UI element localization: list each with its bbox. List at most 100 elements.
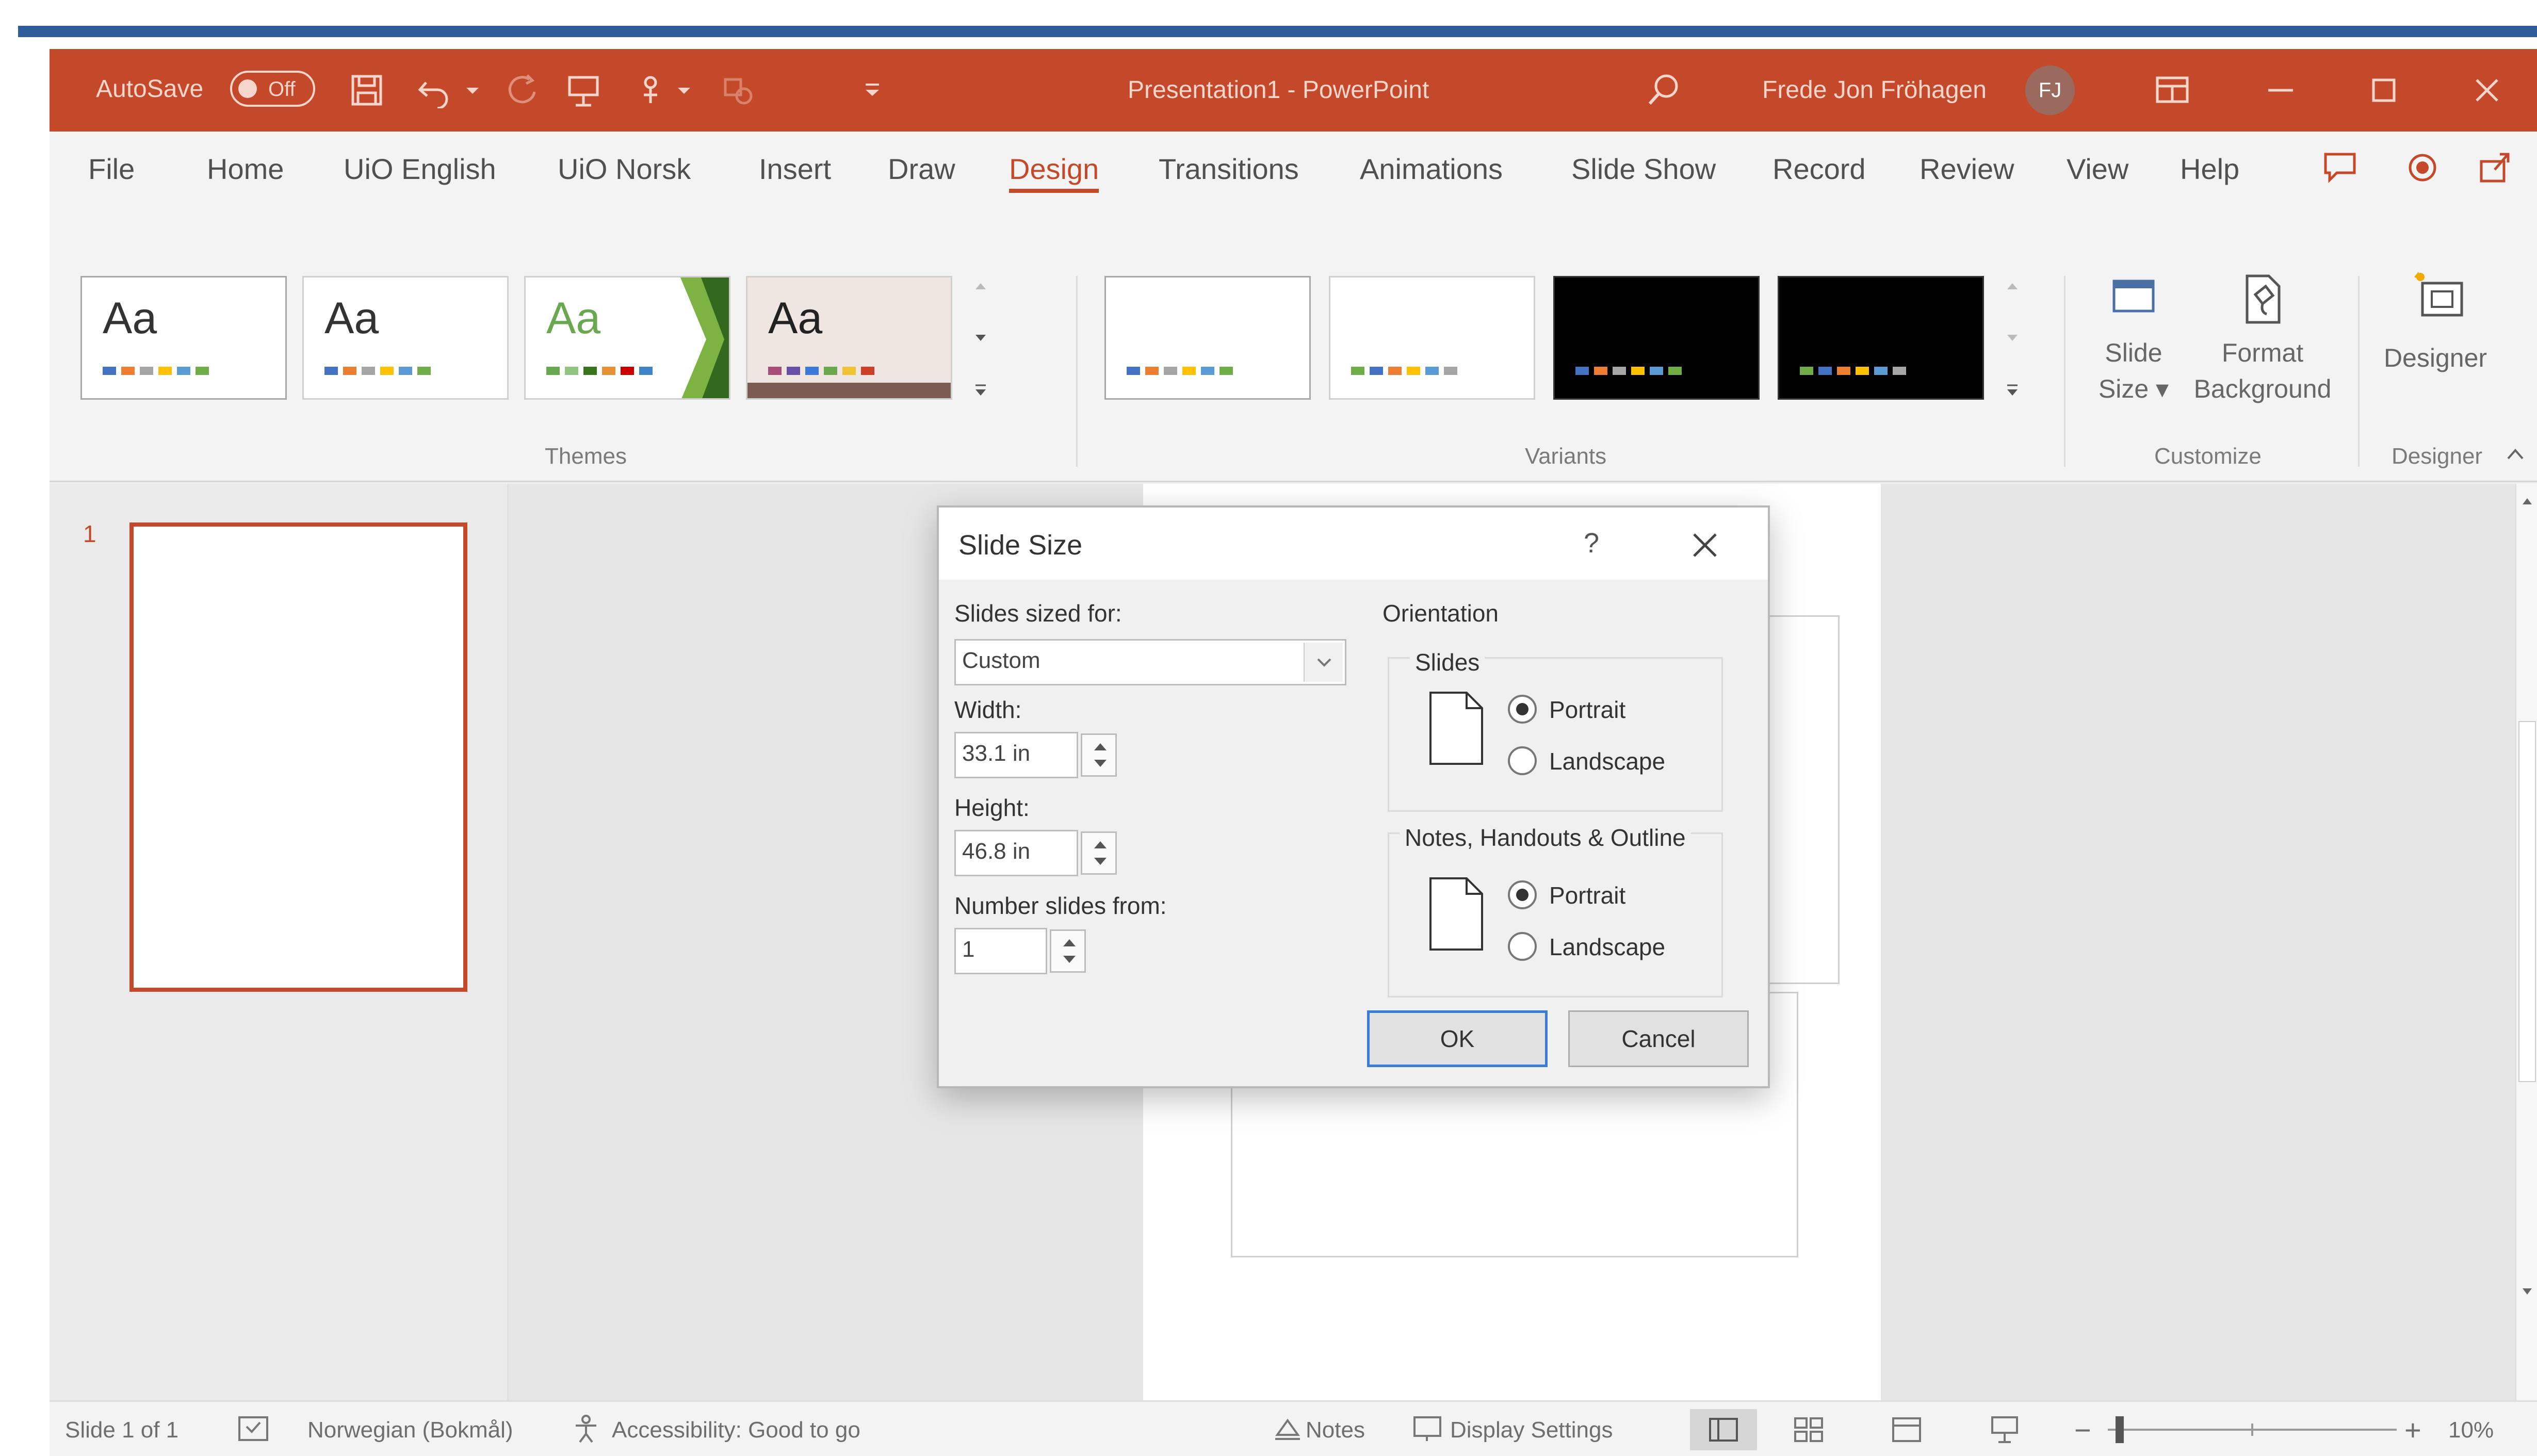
touch-dropdown-icon[interactable]	[674, 72, 694, 108]
tab-uio-english[interactable]: UiO English	[344, 152, 496, 186]
accessibility-status[interactable]: Accessibility: Good to go	[612, 1417, 860, 1443]
tab-view[interactable]: View	[2067, 152, 2128, 186]
theme-thumbnail-uio[interactable]: Aa	[302, 276, 509, 400]
autosave-toggle[interactable]: Off	[230, 71, 315, 107]
share-icon[interactable]	[2474, 147, 2515, 188]
zoom-slider[interactable]	[2108, 1416, 2397, 1443]
theme-thumbnail-office[interactable]: Aa	[80, 276, 287, 400]
tab-home[interactable]: Home	[207, 152, 284, 186]
format-background-label-2: Background	[2193, 374, 2332, 403]
tab-file[interactable]: File	[88, 152, 135, 186]
undo-dropdown-icon[interactable]	[462, 72, 483, 108]
variant-thumbnail-1[interactable]	[1104, 276, 1311, 400]
shape-icon[interactable]	[720, 72, 756, 108]
save-icon[interactable]	[349, 72, 385, 108]
display-settings-button[interactable]: Display Settings	[1450, 1417, 1613, 1443]
slide-size-button[interactable]: Slide Size ▾	[2082, 271, 2185, 441]
notes-icon[interactable]	[1272, 1414, 1303, 1443]
ribbon-display-options-icon[interactable]	[2139, 64, 2206, 116]
zoom-slider-thumb[interactable]	[2116, 1416, 2124, 1443]
spelling-check-icon[interactable]	[235, 1413, 271, 1444]
zoom-out-icon[interactable]: −	[2074, 1413, 2091, 1447]
tab-design[interactable]: Design	[1009, 152, 1099, 193]
search-icon[interactable]	[1644, 70, 1685, 111]
designer-button[interactable]: Designer	[2371, 266, 2500, 436]
vertical-scrollbar[interactable]	[2515, 484, 2537, 1400]
variants-gallery-scroll[interactable]	[1999, 276, 2025, 400]
variant-thumbnail-4[interactable]	[1778, 276, 1984, 400]
slide-show-icon[interactable]	[1989, 1414, 2020, 1445]
record-icon[interactable]	[2402, 147, 2443, 188]
gallery-more-icon[interactable]	[970, 379, 991, 400]
format-background-button[interactable]: Format Background	[2180, 271, 2345, 441]
tab-record[interactable]: Record	[1772, 152, 1866, 186]
slide-sorter-icon[interactable]	[1793, 1416, 1824, 1443]
color-swatch	[380, 367, 394, 375]
display-settings-icon[interactable]	[1411, 1414, 1448, 1443]
tab-uio-norsk[interactable]: UiO Norsk	[558, 152, 691, 186]
reading-view-icon[interactable]	[1891, 1416, 1922, 1443]
notes-portrait-radio[interactable]	[1508, 880, 1537, 909]
accessibility-icon[interactable]	[571, 1413, 601, 1444]
present-icon[interactable]	[565, 72, 601, 108]
tab-animations[interactable]: Animations	[1360, 152, 1503, 186]
gallery-more-icon[interactable]	[2002, 379, 2023, 400]
variant-thumbnail-2[interactable]	[1329, 276, 1535, 400]
tab-slide-show[interactable]: Slide Show	[1571, 152, 1716, 186]
normal-view-button[interactable]	[1690, 1409, 1757, 1450]
touch-mode-icon[interactable]	[632, 72, 669, 108]
cancel-button[interactable]: Cancel	[1568, 1010, 1749, 1067]
color-swatch	[362, 367, 375, 375]
notes-button[interactable]: Notes	[1306, 1417, 1365, 1443]
width-spinner[interactable]	[1081, 733, 1117, 777]
scroll-down-icon[interactable]	[970, 328, 991, 348]
redo-icon[interactable]	[503, 72, 540, 108]
slide-thumbnail[interactable]	[129, 522, 467, 992]
theme-thumbnail-dark-title[interactable]: Aa	[746, 276, 952, 400]
close-icon[interactable]	[2453, 64, 2520, 116]
collapse-ribbon-icon[interactable]	[2505, 446, 2526, 462]
slides-portrait-label[interactable]: Portrait	[1549, 696, 1625, 724]
color-swatch	[103, 367, 116, 375]
slides-portrait-radio[interactable]	[1508, 695, 1537, 724]
notes-portrait-label[interactable]: Portrait	[1549, 881, 1625, 909]
themes-gallery-scroll[interactable]	[968, 276, 994, 400]
height-input[interactable]: 46.8 in	[954, 830, 1078, 876]
tab-draw[interactable]: Draw	[888, 152, 955, 186]
tab-help[interactable]: Help	[2180, 152, 2239, 186]
scroll-up-icon[interactable]	[970, 276, 991, 297]
tab-insert[interactable]: Insert	[759, 152, 831, 186]
variant-thumbnail-3[interactable]	[1553, 276, 1760, 400]
help-button[interactable]: ?	[1584, 527, 1599, 559]
color-swatch	[1425, 367, 1439, 375]
slides-landscape-label[interactable]: Landscape	[1549, 747, 1665, 775]
minimize-icon[interactable]	[2247, 64, 2314, 116]
customize-qat-icon[interactable]	[859, 72, 885, 108]
language-indicator[interactable]: Norwegian (Bokmål)	[307, 1417, 513, 1443]
maximize-icon[interactable]	[2350, 64, 2417, 116]
number-slides-from-input[interactable]: 1	[954, 928, 1047, 974]
dialog-close-icon[interactable]	[1687, 527, 1723, 563]
dropdown-arrow[interactable]	[1304, 643, 1343, 682]
scroll-up-icon[interactable]	[2519, 494, 2535, 510]
scrollbar-thumb[interactable]	[2518, 721, 2536, 1082]
scroll-down-icon[interactable]	[2002, 328, 2023, 348]
tab-review[interactable]: Review	[1920, 152, 2014, 186]
comments-icon[interactable]	[2319, 147, 2361, 188]
notes-landscape-label[interactable]: Landscape	[1549, 933, 1665, 961]
tab-transitions[interactable]: Transitions	[1159, 152, 1299, 186]
zoom-level[interactable]: 10%	[2448, 1417, 2494, 1443]
height-spinner[interactable]	[1081, 831, 1117, 875]
scroll-down-icon[interactable]	[2519, 1283, 2535, 1299]
width-input[interactable]: 33.1 in	[954, 732, 1078, 778]
ok-button[interactable]: OK	[1367, 1010, 1548, 1067]
notes-landscape-radio[interactable]	[1508, 932, 1537, 961]
number-slides-from-spinner[interactable]	[1050, 929, 1086, 973]
user-avatar[interactable]: FJ	[2025, 66, 2075, 115]
scroll-up-icon[interactable]	[2002, 276, 2023, 297]
theme-thumbnail-green[interactable]: Aa	[524, 276, 730, 400]
slides-sized-for-select[interactable]: Custom	[954, 639, 1346, 685]
zoom-in-icon[interactable]: +	[2404, 1413, 2421, 1447]
slides-landscape-radio[interactable]	[1508, 746, 1537, 775]
undo-icon[interactable]	[416, 72, 452, 108]
